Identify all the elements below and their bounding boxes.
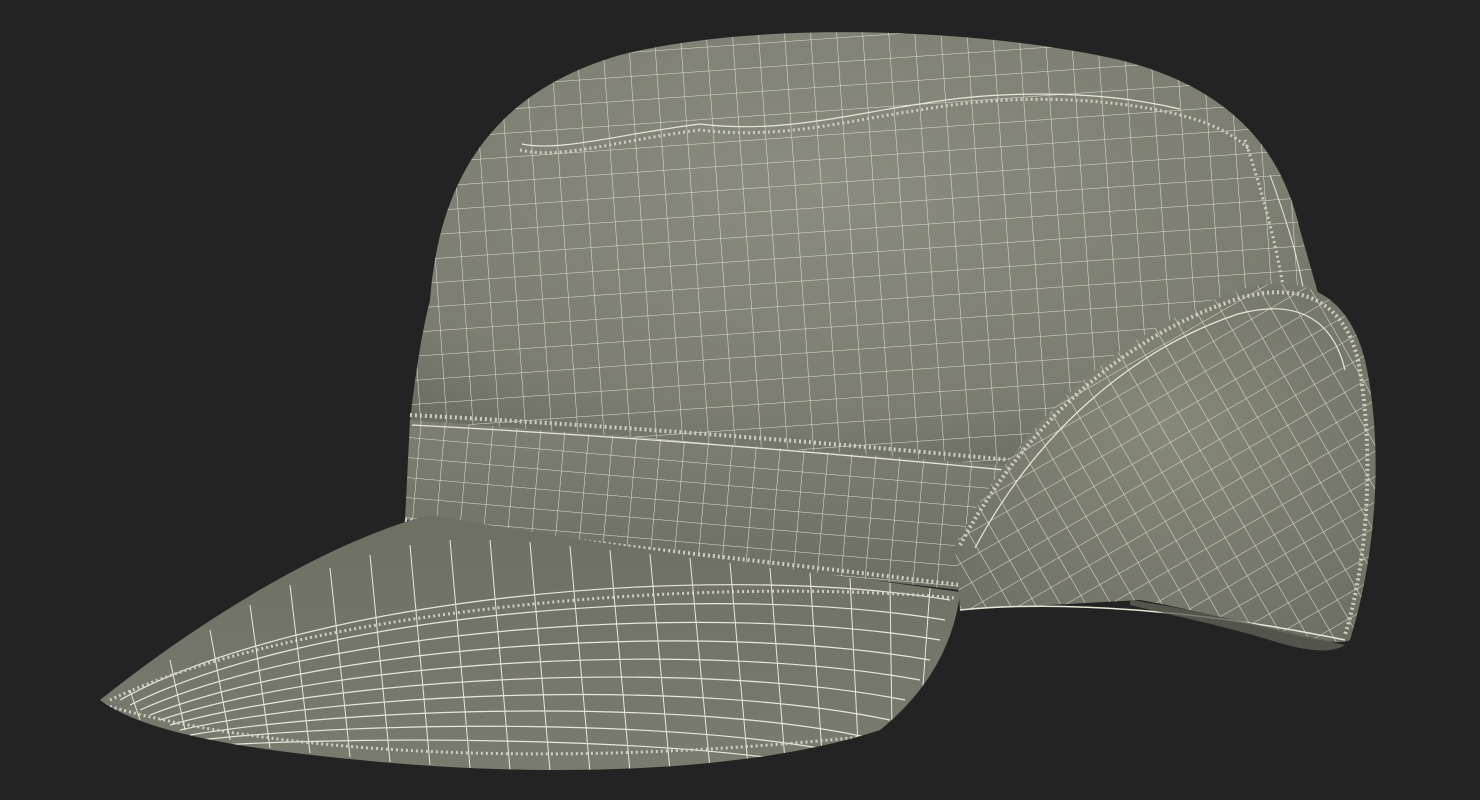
viewport-render (100, 32, 1376, 770)
